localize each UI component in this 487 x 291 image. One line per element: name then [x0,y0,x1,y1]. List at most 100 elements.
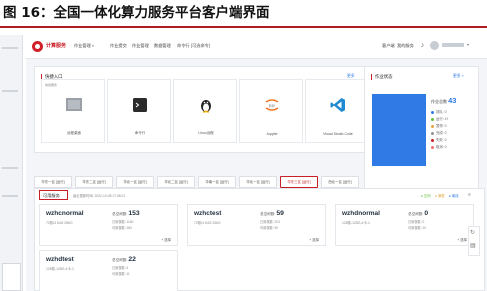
tool-jupyter[interactable]: jup Jupyter [239,79,303,143]
server-avail-cores: 可用核数: 90 [260,226,279,230]
region-chip[interactable]: 华北一区 [运行] [116,176,154,188]
jupyter-icon: jup [265,99,279,111]
legend-dot [431,117,434,121]
tool-tag: 常用服务 [45,83,58,87]
region-chip[interactable]: 西北一区 [运行] [321,176,359,188]
chevron-down-icon: ▾ [91,44,94,48]
legend-item: 取消: 0 [431,144,447,149]
left-peek-line [2,90,18,92]
legend-offline: ● 离线 [449,194,459,198]
server-used-cores: 已用核数: 1160 [112,220,134,224]
server-avail-cores: 可用核数: 180 [112,226,132,230]
nav-item-command-line[interactable]: 命令行 (可选命令) [177,43,210,49]
left-peek-box [2,263,21,291]
server-select-link[interactable]: + 选择 [309,237,319,242]
legend-item: 排队: 0 [431,109,447,114]
refresh-icon[interactable]: ↻ [470,229,475,236]
region-filter-bar: 华东一区 [运行] 华东二区 [运行] 华北一区 [运行] 华北二区 [运行] … [34,175,360,188]
server-select-link[interactable]: + 选择 [457,237,467,242]
server-idle-count: 总空闲数: 22 [112,256,136,263]
top-navbar: 计算服务 作业管理 ▾ 作业提交 作业管理 数据管理 命令行 (可选命令) 客户… [26,35,487,59]
region-chip-active[interactable]: 华东三区 [运行] [280,176,318,188]
server-card[interactable]: wzhctest 72核/4 64G 256G 总空闲数: 59 已用核数: 2… [187,204,326,246]
linux-icon [201,100,211,113]
nav-client[interactable]: 客户端 [382,43,395,49]
server-idle-count: 总空闲数: 59 [260,210,284,217]
tool-linux-remote[interactable]: Linux远程 [173,79,237,143]
document-icon[interactable]: ▤ [470,242,476,249]
bash-icon [66,98,82,111]
job-status-panel: 作业状态 更多 > 作业总数 43 排队: 0 运行: 47 暂停: 0 完成:… [364,66,479,190]
server-avail-cores: 可用核数: 11 [112,272,130,276]
job-status-more-link[interactable]: 更多 > [453,74,464,79]
quick-entry-panel: 快捷入口 更多 常用服务 远程桌面 命令行 Linux远程 jup Jupyte… [34,66,371,153]
server-card[interactable]: wzhcnormal 72核/4 64G 256G 总空闲数: 153 已用核数… [39,204,178,246]
logo-icon [32,41,43,52]
tool-label: Linux远程 [198,131,214,135]
terminal-icon [133,98,147,112]
last-updated: 最近更新时间: 2022-10-08 17:08:21 [73,194,126,198]
server-name: wzhctest [194,210,222,217]
figure-caption: 图 16：全国一体化算力服务平台客户端界面 [3,5,270,21]
user-name-placeholder[interactable] [442,43,464,47]
bell-icon[interactable]: ♪ [418,41,427,50]
tool-label: Jupyter [266,132,278,136]
server-card[interactable]: wzhdnormal 128核-128G-4卡-1 总空闲数: 0 已用核数: … [335,204,474,246]
region-chip[interactable]: 华东二区 [运行] [75,176,113,188]
region-chip[interactable]: 华东一区 [运行] [34,176,72,188]
server-spec: 72核/4 64G 256G [46,221,73,225]
server-used-cores: 已用核数: 6 [112,266,129,270]
nav-my-services[interactable]: 我的服务 [397,43,414,49]
server-name: wzhcnormal [46,210,84,217]
legend-dot [431,131,434,135]
tool-remote-desktop[interactable]: 常用服务 远程桌面 [41,79,105,143]
server-used-cores: 已用核数: 0 [408,220,425,224]
chevron-down-icon[interactable]: ▾ [467,42,469,47]
legend-item: 失败: 0 [431,137,447,142]
available-services-panel: 可用服务 最近更新时间: 2022-10-08 17:08:21 ● 空闲 ● … [34,188,485,291]
region-chip[interactable]: 华北二区 [运行] [157,176,195,188]
available-services-title: 可用服务 [39,190,68,200]
legend-dot [431,145,434,149]
tool-label: 远程桌面 [67,131,81,135]
tool-command-line[interactable]: 命令行 [107,79,171,143]
server-name: wzhdnormal [342,210,380,217]
nav-item-job-submit[interactable]: 作业提交 [110,43,127,49]
left-peek-line [2,167,18,169]
job-status-chart [372,94,426,166]
server-name: wzhdtest [46,256,74,263]
app-window: 计算服务 作业管理 ▾ 作业提交 作业管理 数据管理 命令行 (可选命令) 客户… [26,35,487,291]
nav-item-data-management[interactable]: 数据管理 [154,43,171,49]
avatar[interactable] [430,41,439,50]
region-chip[interactable]: 华北一区 [运行] [239,176,277,188]
list-view-icon[interactable]: ≡ [468,192,471,198]
legend-dot [431,138,434,142]
server-avail-cores: 可用核数: 10 [408,226,427,230]
legend-idle: ● 空闲 [421,194,431,198]
nav-item-job-list[interactable]: 作业管理 [132,43,149,49]
server-used-cores: 已用核数: 203 [260,220,280,224]
server-spec: 128核-128G-4卡-1 [342,221,370,225]
nav-item-job-management[interactable]: 作业管理 ▾ [74,43,94,49]
left-peek-line [2,195,18,197]
vscode-icon [330,98,345,112]
server-spec: 128核-128G-4卡-1 [46,267,74,271]
server-spec: 72核/4 64G 256G [194,221,221,225]
tool-label: Visual Studio Code [323,132,353,136]
left-peek-panel [0,35,23,291]
left-peek-line [2,47,18,49]
server-idle-count: 总空闲数: 153 [112,210,140,217]
floating-toolbar: ↻ ▤ [468,226,480,256]
server-card[interactable]: wzhdtest 128核-128G-4卡-1 总空闲数: 22 已用核数: 6… [39,250,178,291]
legend-dot [431,124,434,128]
tool-vscode[interactable]: Visual Studio Code [305,79,369,143]
job-total: 作业总数 43 [431,96,457,105]
job-status-title: 作业状态 [371,74,393,80]
caption-rule [0,26,487,28]
server-select-link[interactable]: + 选择 [161,237,171,242]
tool-label: 命令行 [134,131,146,135]
legend-item: 暂停: 0 [431,123,447,128]
svg-text:jup: jup [268,103,275,108]
server-idle-count: 总空闲数: 0 [408,210,429,217]
region-chip[interactable]: 华南一区 [运行] [198,176,236,188]
